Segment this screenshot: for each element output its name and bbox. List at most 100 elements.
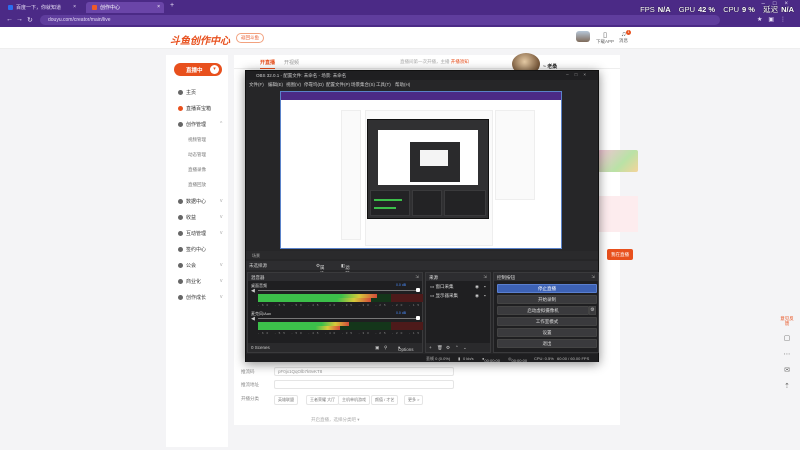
volume-slider[interactable] [258,318,418,319]
sidebar-sub-item[interactable]: 直播回放 [188,182,206,188]
download-app-button[interactable]: ▯ 下载APP [596,31,614,45]
nested-meter [374,207,396,209]
gear-icon[interactable]: ⚙ [589,306,596,315]
options-dropdown[interactable]: Options ▾ [398,345,414,352]
sidebar-sub-item[interactable]: 动态管理 [188,152,206,158]
sidebar-item-data[interactable]: 数据中心 v [178,198,223,205]
floating-toolbar: 意见反馈 ▢发布 ⋯更多 ✉消息 ⇡置顶 [780,316,794,396]
menu-view[interactable]: 视图(V) [286,82,301,88]
obs-titlebar[interactable]: OBS 32.0.1 - 配置文件: 未命名 - 场景: 未命名 –□× [246,71,598,80]
obs-preview-canvas[interactable] [280,91,562,249]
category-chip[interactable]: 主机单机游戏 [338,395,370,405]
menu-help[interactable]: 帮助(H) [395,82,410,88]
speaker-icon[interactable]: ◀ [251,288,255,294]
reload-icon[interactable]: ↻ [27,16,33,24]
filters-button[interactable]: ◧ 滤镜 [341,263,350,276]
forward-icon[interactable]: → [16,16,23,23]
toolbar-icons[interactable]: ★▣⋮ [757,16,792,23]
volume-slider-handle[interactable] [416,316,420,320]
tab-start-video[interactable]: 开视频 [284,59,299,66]
lock-icon[interactable]: ▪ [484,293,486,298]
menu-tools[interactable]: 工具(T) [376,82,391,88]
trash-icon[interactable]: 🗑 [437,345,443,351]
dock-icon[interactable]: ⇲ [483,274,487,280]
category-chip[interactable]: 更多 > [404,395,424,405]
tab-start-live[interactable]: 开直播 [260,59,276,69]
speaker-icon[interactable]: ◀ [251,316,255,322]
live-status-button[interactable]: 直播中 ▾ [174,63,222,76]
category-chip[interactable]: 颜值 / 才艺 [371,395,399,405]
dock-icon[interactable]: ⇲ [415,274,419,280]
sidebar-item-commerce[interactable]: 商业化 v [178,278,223,285]
sidebar-item-content[interactable]: 创作管理 ^ [178,121,222,128]
studio-mode-button[interactable]: 工作室模式 [497,317,597,326]
virtual-camera-button[interactable]: 启动虚拟摄像机 [497,306,589,315]
exit-button[interactable]: 退出 [497,339,597,348]
window-controls[interactable]: –□× [566,72,592,77]
chevron-up-icon[interactable]: ⌃ [455,345,459,351]
go-live-button[interactable]: 我在直播 [607,249,633,260]
site-logo[interactable]: 斗鱼创作中心 [170,32,230,47]
notice-link[interactable]: 开播须知 [451,59,469,64]
chart-icon [178,199,183,204]
source-item[interactable]: ▭ 显示器采集 ◉ ▪ [430,293,486,299]
lock-icon[interactable]: ▪ [484,284,486,289]
menu-edit[interactable]: 编辑(E) [268,82,283,88]
gear-icon[interactable]: ⚙ [446,345,450,351]
close-icon[interactable]: × [73,4,76,10]
category-chip[interactable]: 英雄联盟 [274,395,298,405]
sidebar-sub-item[interactable]: 直播录像 [188,167,206,173]
select-category-link[interactable]: 开启直播，选择分类吧 ▾ [311,417,360,423]
close-icon[interactable]: × [157,4,160,10]
stream-url-field[interactable] [274,380,454,389]
message-icon[interactable]: ✉消息 [780,364,794,377]
sidebar-item-growth[interactable]: 创作成长 v [178,294,223,301]
obs-window[interactable]: OBS 32.0.1 - 配置文件: 未命名 - 场景: 未命名 –□× 文件(… [245,70,599,363]
publish-icon[interactable]: ▢发布 [780,332,794,345]
menu-scene-collection[interactable]: 场景集合(S) [351,82,375,88]
sidebar-sub-item[interactable]: 视频管理 [188,137,206,143]
back-to-top-icon[interactable]: ⇡置顶 [780,380,794,393]
scene-selector[interactable]: 场景 [246,251,598,259]
lock-icon[interactable]: ▣ [375,345,379,351]
new-tab-icon[interactable]: + [170,2,174,9]
menu-profile[interactable]: 配置文件(P) [326,82,350,88]
stop-streaming-button[interactable]: 停止直播 [497,284,597,293]
avatar[interactable] [576,31,590,42]
volume-slider[interactable] [258,290,418,291]
sidebar-item-interaction[interactable]: 互动管理 v [178,230,223,237]
link-icon[interactable]: ⚲ [384,345,387,351]
add-icon[interactable]: + [429,345,432,350]
sidebar-item-guild[interactable]: 公会 v [178,262,223,269]
start-recording-button[interactable]: 开始录制 [497,295,597,304]
sidebar-item-home[interactable]: 主页 [178,89,196,96]
nested-controls [444,190,486,216]
messages-button[interactable]: ♫ 1 消息 [619,30,631,44]
volume-slider-handle[interactable] [416,288,420,292]
sidebar-item-toolbox[interactable]: 直播百宝箱 [178,105,211,112]
menu-docks[interactable]: 停靠坞(D) [304,82,324,88]
chevron-down-icon[interactable]: ⌄ [463,345,467,351]
audio-meter-clip [391,298,423,302]
eye-icon[interactable]: ◉ [475,293,479,299]
url-input[interactable]: douyu.com/creator/main/live [40,15,720,25]
properties-button[interactable]: ⚙ 属性 [316,263,325,276]
sidebar-item-contract[interactable]: 签约中心 [178,246,206,253]
banner-image[interactable] [598,150,638,172]
sidebar-item-income[interactable]: 收益 v [178,214,223,221]
feedback-button[interactable]: 意见反馈 [780,316,794,329]
category-chip[interactable]: 王者荣耀 大厅 [306,395,340,405]
browser-tab-baidu[interactable]: 百度一下，你就知道 × [2,2,80,13]
meter-scale: -60 -55 -50 -45 -40 -35 -30 -25 -20 -15 … [258,331,423,334]
dock-icon[interactable]: ⇲ [591,274,595,280]
stream-key-field[interactable]: pF0jx1QqOlb7k9vKT8 [274,367,454,376]
source-item[interactable]: ▭ 窗口采集 ◉ ▪ [430,284,486,290]
settings-button[interactable]: 设置 [497,328,597,337]
browser-tab-creator[interactable]: 创作中心 × [86,2,164,13]
tab-label: 创作中心 [100,5,121,11]
menu-file[interactable]: 文件(F) [249,82,264,88]
more-icon[interactable]: ⋯更多 [780,348,794,361]
back-to-douyu-button[interactable]: 返回斗鱼 [236,33,264,43]
eye-icon[interactable]: ◉ [475,284,479,290]
back-icon[interactable]: ← [6,16,13,23]
